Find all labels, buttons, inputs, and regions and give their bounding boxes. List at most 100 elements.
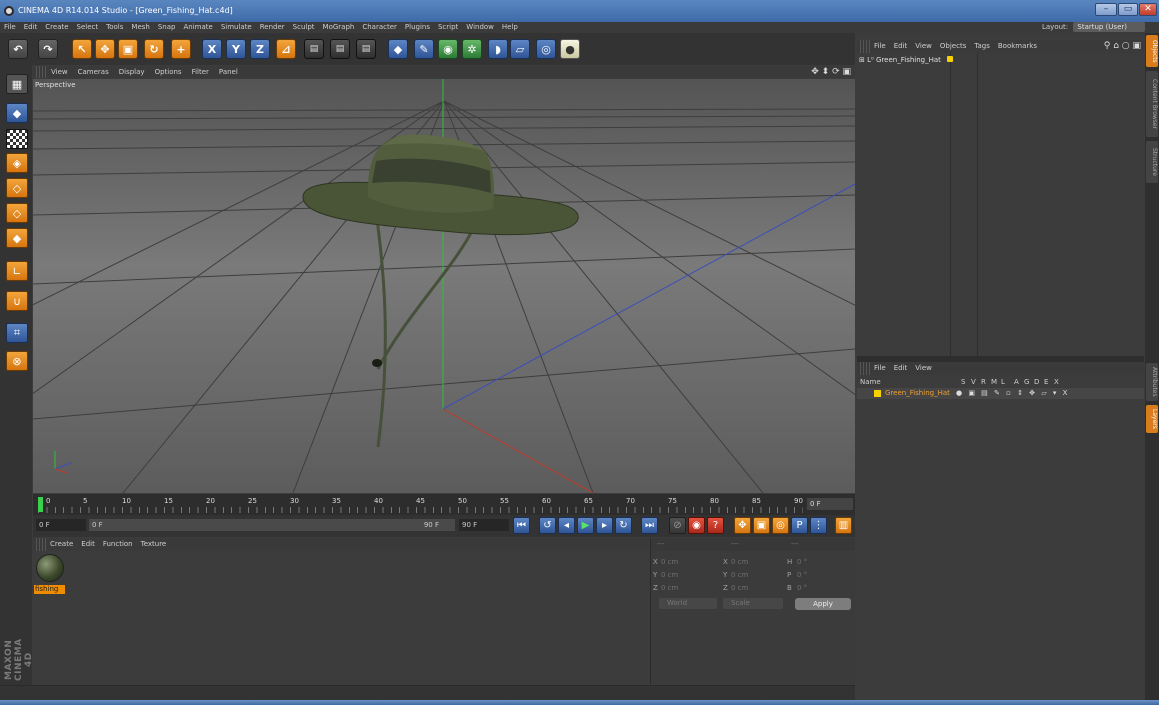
layout-dropdown[interactable]: Startup (User) [1073, 22, 1145, 32]
edges-mode-icon[interactable]: ◇ [6, 203, 28, 223]
menu-select[interactable]: Select [73, 22, 103, 33]
objects-menu-edit[interactable]: Edit [890, 40, 912, 53]
record-parameter-icon[interactable]: P [791, 517, 808, 534]
texture-mode-icon[interactable] [6, 129, 28, 149]
menu-tools[interactable]: Tools [102, 22, 127, 33]
lock-workplane-icon[interactable]: ⊗ [6, 351, 28, 371]
move-tool-icon[interactable]: ✥ [95, 39, 115, 59]
material-menu-texture[interactable]: Texture [137, 538, 171, 551]
position-x-field[interactable]: 0 cm [661, 557, 678, 568]
floor-object-icon[interactable]: ▱ [510, 39, 530, 59]
deformer-icon[interactable]: ◗ [488, 39, 508, 59]
layer-name[interactable]: Green_Fishing_Hat [885, 388, 950, 399]
render-view-icon[interactable]: ▤ [304, 39, 324, 59]
objects-menu-view[interactable]: View [911, 40, 936, 53]
goto-end-icon[interactable]: ⏭ [641, 517, 658, 534]
viewport-navigation-icons[interactable]: ✥ ⬍ ⟳ ▣ [811, 66, 851, 78]
menu-plugins[interactable]: Plugins [401, 22, 434, 33]
layer-toggle-icons[interactable]: ● ▣ ▤ ✎ ▫ ⇕ ✥ ▱ ▾ X [956, 388, 1069, 399]
timeline-playhead[interactable] [38, 497, 43, 512]
layer-color-tag[interactable] [947, 56, 954, 62]
enable-axis-icon[interactable]: ∟ [6, 261, 28, 281]
menu-file[interactable]: File [0, 22, 20, 33]
spline-pen-icon[interactable]: ✎ [414, 39, 434, 59]
z-axis-lock-button[interactable]: Z [250, 39, 270, 59]
undo-icon[interactable]: ↶ [8, 39, 28, 59]
viewport-menu-filter[interactable]: Filter [187, 66, 214, 78]
rotation-p-field[interactable]: 0 ° [797, 570, 807, 581]
previous-key-icon[interactable]: ↺ [539, 517, 556, 534]
menu-help[interactable]: Help [498, 22, 522, 33]
next-frame-icon[interactable]: ▸ [596, 517, 613, 534]
polygons-mode-icon[interactable]: ◆ [6, 228, 28, 248]
material-menu-create[interactable]: Create [46, 538, 77, 551]
menu-snap[interactable]: Snap [154, 22, 180, 33]
layers-menu-edit[interactable]: Edit [890, 362, 912, 375]
panel-grip-icon[interactable] [36, 538, 46, 551]
menu-mesh[interactable]: Mesh [127, 22, 153, 33]
tab-layers[interactable]: Layers [1146, 405, 1158, 433]
apply-button[interactable]: Apply [795, 598, 851, 610]
material-menu-function[interactable]: Function [99, 538, 137, 551]
next-key-icon[interactable]: ↻ [615, 517, 632, 534]
tab-structure[interactable]: Structure [1146, 141, 1158, 183]
camera-object-icon[interactable]: ◎ [536, 39, 556, 59]
render-settings-icon[interactable]: ▤ [356, 39, 376, 59]
end-frame-field[interactable]: 90 F [459, 519, 509, 531]
render-picture-viewer-icon[interactable]: ▤ [330, 39, 350, 59]
maximize-button[interactable]: ▭ [1118, 3, 1138, 16]
material-menu-edit[interactable]: Edit [77, 538, 99, 551]
menu-create[interactable]: Create [41, 22, 72, 33]
workplane-icon[interactable]: ⌗ [6, 323, 28, 343]
coordinate-space-dropdown[interactable]: World [659, 598, 717, 609]
previous-frame-icon[interactable]: ◂ [558, 517, 575, 534]
y-axis-lock-button[interactable]: Y [226, 39, 246, 59]
x-axis-lock-button[interactable]: X [202, 39, 222, 59]
current-frame-field[interactable]: 0 F [807, 498, 853, 510]
layers-menu-file[interactable]: File [870, 362, 890, 375]
tab-objects[interactable]: Objects [1146, 35, 1158, 67]
menu-animate[interactable]: Animate [179, 22, 216, 33]
object-name[interactable]: Green_Fishing_Hat [876, 56, 941, 64]
tab-attributes[interactable]: Attributes [1146, 363, 1158, 401]
minimize-button[interactable]: – [1095, 3, 1117, 16]
record-scale-icon[interactable]: ▣ [753, 517, 770, 534]
size-x-field[interactable]: 0 cm [731, 557, 748, 568]
record-pla-icon[interactable]: ⋮ [810, 517, 827, 534]
scale-tool-icon[interactable]: ▣ [118, 39, 138, 59]
keyframe-selection-icon[interactable]: ? [707, 517, 724, 534]
light-object-icon[interactable]: ● [560, 39, 580, 59]
array-generator-icon[interactable]: ✲ [462, 39, 482, 59]
subdivision-surface-icon[interactable]: ◉ [438, 39, 458, 59]
viewport-menu-panel[interactable]: Panel [214, 66, 243, 78]
menu-character[interactable]: Character [358, 22, 401, 33]
size-y-field[interactable]: 0 cm [731, 570, 748, 581]
rotation-h-field[interactable]: 0 ° [797, 557, 807, 568]
menu-mograph[interactable]: MoGraph [319, 22, 359, 33]
layers-menu-view[interactable]: View [911, 362, 936, 375]
panel-grip-icon[interactable] [860, 362, 870, 375]
scheme-settings-icon[interactable]: ▥ [835, 517, 852, 534]
timeline-ruler[interactable]: 0 5 10 15 20 25 30 35 40 45 50 55 60 65 … [33, 494, 855, 515]
play-forward-icon[interactable]: ▶ [577, 517, 594, 534]
position-z-field[interactable]: 0 cm [661, 583, 678, 594]
points-mode-icon[interactable]: ◇ [6, 178, 28, 198]
objects-menu-objects[interactable]: Objects [936, 40, 970, 53]
menu-render[interactable]: Render [256, 22, 289, 33]
redo-icon[interactable]: ↷ [38, 39, 58, 59]
perspective-viewport[interactable]: Perspective [33, 79, 855, 493]
autokeying-icon[interactable]: ◉ [688, 517, 705, 534]
layer-color-swatch[interactable] [874, 390, 881, 397]
viewport-menu-display[interactable]: Display [114, 66, 150, 78]
frame-range-slider[interactable]: 0 F 90 F [89, 519, 455, 531]
viewport-camera-label[interactable]: Perspective [35, 81, 76, 89]
objects-menu-file[interactable]: File [870, 40, 890, 53]
record-rotation-icon[interactable]: ◎ [772, 517, 789, 534]
menu-window[interactable]: Window [462, 22, 498, 33]
make-editable-icon[interactable]: ▦ [6, 74, 28, 94]
record-keys-icon[interactable]: ⊘ [669, 517, 686, 534]
goto-start-icon[interactable]: ⏮ [513, 517, 530, 534]
object-row[interactable]: ⊞ L⁰ Green_Fishing_Hat [859, 56, 954, 64]
live-selection-icon[interactable]: ↖ [72, 39, 92, 59]
tab-content-browser[interactable]: Content Browser [1146, 71, 1158, 137]
